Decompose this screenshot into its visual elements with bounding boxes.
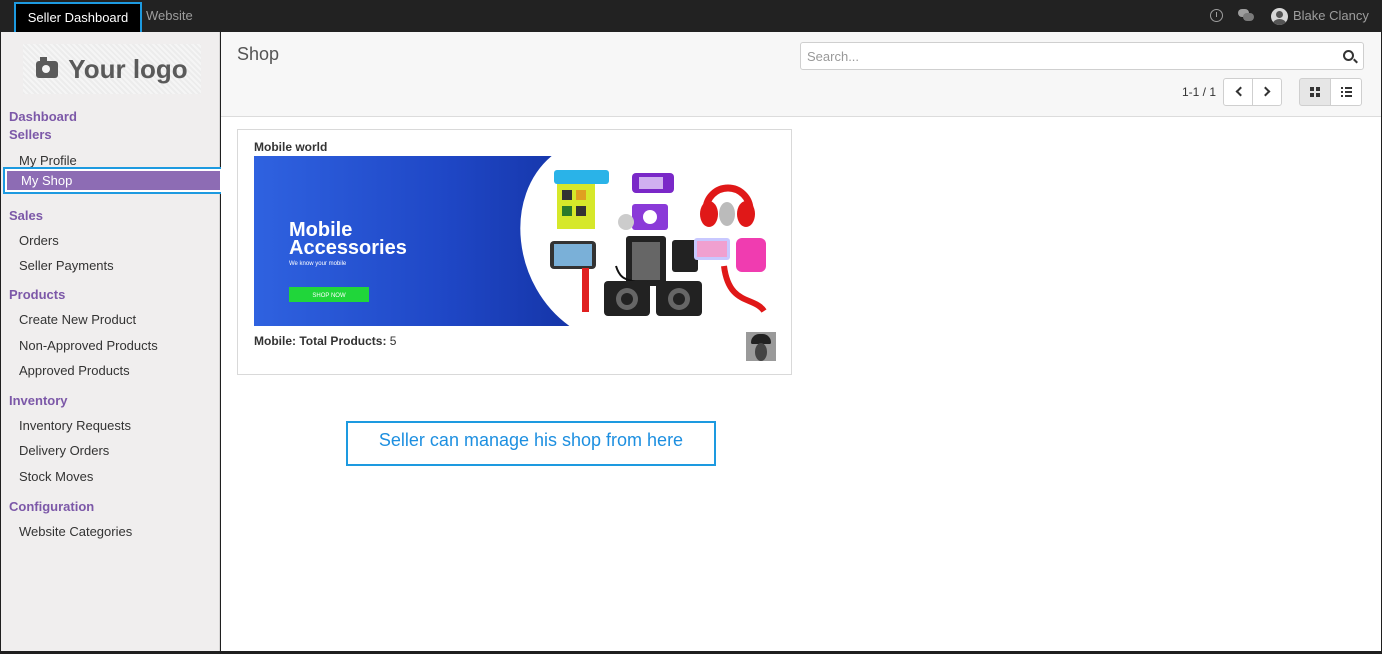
control-panel: Shop 1-1 / 1: [221, 32, 1381, 117]
shop-stats-label: Mobile: Total Products:: [254, 334, 387, 348]
camera-icon: [36, 56, 59, 78]
tab-website[interactable]: Website: [146, 0, 193, 32]
list-view-button[interactable]: [1330, 78, 1362, 106]
seller-avatar: [746, 332, 776, 361]
sidebar-section-dashboard[interactable]: Dashboard: [9, 109, 77, 124]
clock-icon[interactable]: [1210, 9, 1223, 22]
sidebar-item-approved-products[interactable]: Approved Products: [19, 363, 130, 378]
sidebar-item-create-new-product[interactable]: Create New Product: [19, 312, 136, 327]
company-logo[interactable]: Your logo: [23, 44, 201, 94]
main-content: Shop 1-1 / 1 Mobile world: [221, 32, 1381, 651]
sidebar-section-configuration[interactable]: Configuration: [9, 499, 94, 514]
user-avatar[interactable]: [1271, 8, 1288, 25]
sidebar-section-sales[interactable]: Sales: [9, 208, 43, 223]
sidebar-section-sellers[interactable]: Sellers: [9, 127, 52, 142]
top-navbar: Seller Dashboard Website Blake Clancy: [0, 0, 1382, 35]
search-icon[interactable]: [1343, 50, 1354, 61]
sidebar-item-my-shop[interactable]: My Shop: [3, 167, 224, 194]
search-input[interactable]: [807, 47, 1327, 65]
sidebar-item-orders[interactable]: Orders: [19, 233, 59, 248]
sidebar-section-inventory[interactable]: Inventory: [9, 393, 68, 408]
logo-text: Your logo: [68, 53, 188, 84]
sidebar-item-stock-moves[interactable]: Stock Moves: [19, 469, 93, 484]
chevron-left-icon: [1235, 86, 1246, 97]
sidebar-item-inventory-requests[interactable]: Inventory Requests: [19, 418, 131, 433]
sidebar-item-my-profile[interactable]: My Profile: [19, 153, 77, 168]
shop-product-count: Mobile: Total Products: 5: [254, 334, 396, 348]
shop-banner-image: Mobile Accessories We know your mobile S…: [254, 156, 777, 326]
pager-value[interactable]: 1-1 / 1: [1182, 85, 1216, 99]
grid-icon: [1310, 87, 1320, 97]
shop-stats-value: 5: [389, 334, 397, 348]
annotation-callout: Seller can manage his shop from here: [346, 421, 716, 466]
search-box: [800, 42, 1364, 70]
user-menu-name[interactable]: Blake Clancy: [1293, 0, 1369, 32]
page-title: Shop: [237, 44, 280, 64]
list-icon: [1341, 87, 1352, 97]
banner-subtitle: We know your mobile: [289, 261, 347, 267]
tab-seller-dashboard[interactable]: Seller Dashboard: [14, 2, 142, 35]
shop-card[interactable]: Mobile world Mobile Accessories We know …: [237, 129, 792, 375]
sidebar: Your logo Dashboard Sellers My Profile M…: [1, 32, 224, 651]
pager-previous-button[interactable]: [1223, 78, 1253, 106]
sidebar-section-products[interactable]: Products: [9, 287, 65, 302]
chat-icon[interactable]: [1238, 9, 1254, 22]
sidebar-item-website-categories[interactable]: Website Categories: [19, 524, 132, 539]
sidebar-item-label: My Shop: [7, 171, 220, 190]
sidebar-item-delivery-orders[interactable]: Delivery Orders: [19, 443, 109, 458]
sidebar-item-seller-payments[interactable]: Seller Payments: [19, 258, 114, 273]
sidebar-item-non-approved-products[interactable]: Non-Approved Products: [19, 338, 158, 353]
banner-title-line2: Accessories: [289, 237, 407, 259]
pager-next-button[interactable]: [1252, 78, 1282, 106]
chevron-right-icon: [1260, 86, 1271, 97]
banner-shop-now: SHOP NOW: [312, 293, 346, 299]
kanban-view-button[interactable]: [1299, 78, 1331, 106]
shop-name: Mobile world: [254, 140, 328, 154]
